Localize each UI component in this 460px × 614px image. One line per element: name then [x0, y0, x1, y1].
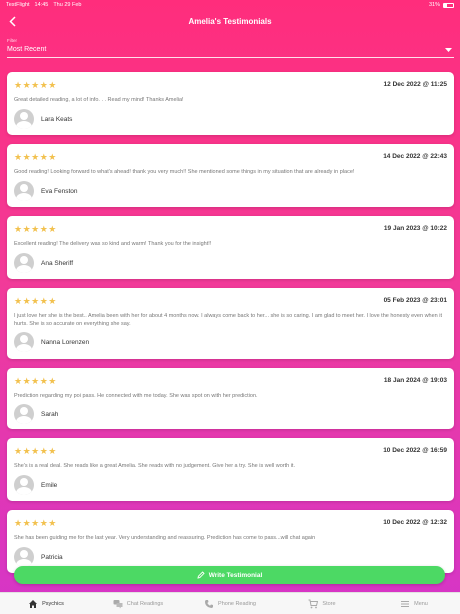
avatar	[14, 475, 34, 495]
filter-value: Most Recent	[7, 46, 47, 53]
caret-down-icon	[445, 47, 452, 52]
tab-menu[interactable]: Menu	[368, 593, 460, 614]
nav-bar: Amelia's Testimonials	[0, 10, 460, 32]
tab-label: Phone Reading	[218, 600, 256, 607]
write-testimonial-button[interactable]: Write Testimonial	[14, 566, 445, 584]
rating-stars: ★★★★★	[14, 296, 57, 306]
testimonial-text: Great detailed reading, a lot of info. .…	[14, 97, 184, 103]
page-title: Amelia's Testimonials	[188, 16, 272, 26]
avatar	[14, 332, 34, 352]
avatar	[14, 404, 34, 424]
tab-label: Menu	[414, 600, 428, 607]
testimonial-card: ★★★★★ 14 Dec 2022 @ 22:43 Good reading! …	[7, 144, 454, 207]
tab-bar: Psychics Chat Readings Phone Reading Sto…	[0, 592, 460, 614]
avatar	[14, 547, 34, 567]
tab-chat-readings[interactable]: Chat Readings	[92, 593, 184, 614]
filter-label: Filter	[7, 38, 17, 43]
author-name: Lara Keats	[41, 116, 73, 123]
testimonial-text: Prediction regarding my poi pass. He con…	[14, 393, 258, 399]
tab-store[interactable]: Store	[276, 593, 368, 614]
author-name: Ana Sheriff	[41, 260, 74, 267]
testimonial-text: Good reading! Looking forward to what's …	[14, 169, 355, 175]
tab-label: Store	[322, 600, 336, 607]
avatar	[14, 181, 34, 201]
testimonial-date: 14 Dec 2022 @ 22:43	[383, 153, 447, 160]
write-testimonial-label: Write Testimonial	[208, 571, 263, 579]
testimonial-card: ★★★★★ 05 Feb 2023 @ 23:01 I just love he…	[7, 288, 454, 359]
time-label: 14:45	[34, 2, 49, 8]
pencil-icon	[197, 571, 205, 579]
testimonial-text: She's is a real deal. She reads like a g…	[14, 463, 295, 469]
testimonial-text: Excellent reading! The delivery was so k…	[14, 241, 212, 247]
battery-icon	[443, 2, 454, 8]
filter-select[interactable]: Filter Most Recent	[7, 38, 454, 58]
rating-stars: ★★★★★	[14, 376, 57, 386]
author-name: Sarah	[41, 411, 59, 418]
testimonial-card: ★★★★★ 18 Jan 2024 @ 19:03 Prediction reg…	[7, 368, 454, 429]
tab-phone-reading[interactable]: Phone Reading	[184, 593, 276, 614]
testimonial-card: ★★★★★ 10 Dec 2022 @ 12:32 She has been g…	[7, 510, 454, 573]
chevron-left-icon	[8, 15, 16, 27]
testimonial-date: 10 Dec 2022 @ 16:59	[383, 447, 447, 454]
status-bar: TestFlight 14:45 Thu 29 Feb 31%	[0, 0, 460, 10]
testimonial-date: 19 Jan 2023 @ 10:22	[383, 225, 447, 232]
carrier-label: TestFlight	[6, 2, 30, 8]
rating-stars: ★★★★★	[14, 518, 57, 528]
testimonial-date: 10 Dec 2022 @ 12:32	[383, 519, 447, 526]
author-name: Eva Fenston	[41, 188, 78, 195]
testimonial-text: I just love her she is the best.. Amelia…	[14, 313, 443, 327]
date-label: Thu 29 Feb	[53, 2, 82, 8]
testimonial-date: 18 Jan 2024 @ 19:03	[383, 377, 447, 384]
rating-stars: ★★★★★	[14, 446, 57, 456]
tab-label: Chat Readings	[126, 600, 164, 607]
testimonial-card: ★★★★★ 12 Dec 2022 @ 11:25 Great detailed…	[7, 72, 454, 135]
author-name: Nanna Lorenzen	[41, 339, 90, 346]
home-icon	[29, 599, 38, 608]
author-name: Emile	[41, 482, 58, 489]
author-name: Patricia	[41, 554, 63, 561]
phone-icon	[205, 599, 214, 608]
avatar	[14, 253, 34, 273]
rating-stars: ★★★★★	[14, 80, 57, 90]
chat-icon	[113, 599, 123, 608]
filter-underline	[7, 57, 454, 58]
tab-label: Psychics	[42, 600, 64, 607]
cart-icon	[308, 599, 319, 608]
testimonial-date: 05 Feb 2023 @ 23:01	[383, 297, 447, 304]
rating-stars: ★★★★★	[14, 224, 57, 234]
testimonial-card: ★★★★★ 10 Dec 2022 @ 16:59 She's is a rea…	[7, 438, 454, 501]
back-button[interactable]	[4, 13, 20, 29]
battery-percent: 31%	[428, 2, 440, 8]
testimonial-card: ★★★★★ 19 Jan 2023 @ 10:22 Excellent read…	[7, 216, 454, 279]
menu-icon	[401, 600, 410, 607]
rating-stars: ★★★★★	[14, 152, 57, 162]
avatar	[14, 109, 34, 129]
testimonial-text: She has been guiding me for the last yea…	[14, 535, 316, 541]
testimonial-date: 12 Dec 2022 @ 11:25	[383, 81, 447, 88]
tab-psychics[interactable]: Psychics	[0, 593, 92, 614]
